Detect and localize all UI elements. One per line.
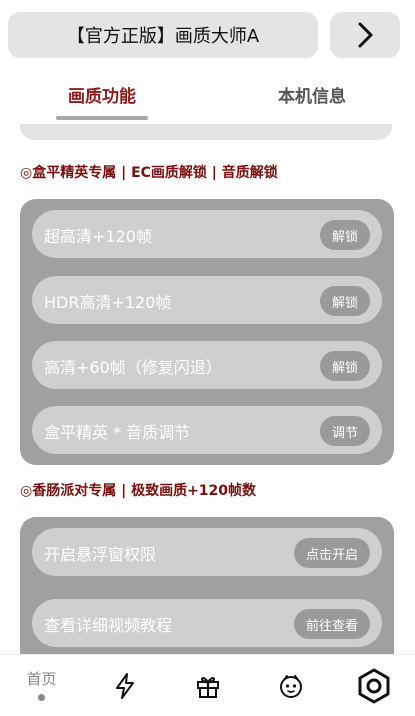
active-dot	[38, 693, 45, 701]
nav-boost[interactable]	[83, 655, 166, 716]
tab-device-info[interactable]: 本机信息	[278, 82, 346, 107]
tab-active-indicator	[56, 116, 148, 120]
list-item-video-tutorial[interactable]: 查看详细视频教程 前往查看	[32, 599, 382, 647]
sausage-party-panel: 开启悬浮窗权限 点击开启 查看详细视频教程 前往查看	[20, 517, 394, 654]
unlock-button[interactable]: 解锁	[319, 286, 370, 316]
list-item-hd-60fps[interactable]: 高清+60帧（修复闪退） 解锁	[32, 341, 382, 389]
nav-settings[interactable]	[332, 655, 415, 716]
tab-quality-features[interactable]: 画质功能	[68, 82, 136, 107]
row-label: 盒平精英 * 音质调节	[44, 423, 191, 442]
nav-profile[interactable]	[249, 655, 332, 716]
app-screen: 【官方正版】画质大师A 画质功能 本机信息 ◎盒平精英专属 | EC画质解锁 |…	[0, 0, 415, 716]
nav-home[interactable]: 首页	[0, 655, 83, 716]
adjust-button[interactable]: 调节	[319, 416, 370, 446]
list-item-overlay-permission[interactable]: 开启悬浮窗权限 点击开启	[32, 528, 382, 576]
content-scroll-area[interactable]: ◎盒平精英专属 | EC画质解锁 | 音质解锁 超高清+120帧 解锁 HDR高…	[0, 124, 415, 654]
chevron-right-icon	[358, 22, 373, 48]
nav-gifts[interactable]	[166, 655, 249, 716]
face-icon	[279, 675, 302, 698]
unlock-button[interactable]: 解锁	[319, 220, 370, 250]
tab-bar: 画质功能 本机信息	[0, 76, 415, 124]
row-label: 超高清+120帧	[44, 227, 152, 246]
row-label: 查看详细视频教程	[44, 616, 173, 635]
previous-card	[20, 124, 392, 140]
list-item-ultra-hd[interactable]: 超高清+120帧 解锁	[32, 210, 382, 258]
app-title: 【官方正版】画质大师A	[66, 26, 260, 47]
bottom-nav: 首页	[0, 654, 415, 716]
nav-home-label: 首页	[26, 669, 57, 688]
section-title-peace-elite: ◎盒平精英专属 | EC画质解锁 | 音质解锁	[20, 165, 278, 181]
list-item-hdr[interactable]: HDR高清+120帧 解锁	[32, 276, 382, 324]
row-label: 开启悬浮窗权限	[44, 545, 157, 564]
enable-button[interactable]: 点击开启	[293, 538, 370, 568]
row-label: HDR高清+120帧	[44, 293, 172, 312]
list-item-audio-adjust[interactable]: 盒平精英 * 音质调节 调节	[32, 406, 382, 454]
gift-icon	[196, 677, 219, 698]
next-button[interactable]	[330, 12, 400, 58]
section-title-sausage-party: ◎香肠派对专属 | 极致画质+120帧数	[20, 483, 257, 499]
peace-elite-panel: 超高清+120帧 解锁 HDR高清+120帧 解锁 高清+60帧（修复闪退） 解…	[20, 199, 394, 465]
view-button[interactable]: 前往查看	[293, 609, 370, 639]
lightning-icon	[115, 673, 134, 699]
header: 【官方正版】画质大师A	[8, 12, 400, 60]
hexagon-settings-icon	[358, 668, 389, 704]
unlock-button[interactable]: 解锁	[319, 351, 370, 381]
app-title-pill[interactable]: 【官方正版】画质大师A	[8, 12, 318, 58]
row-label: 高清+60帧（修复闪退）	[44, 358, 222, 377]
